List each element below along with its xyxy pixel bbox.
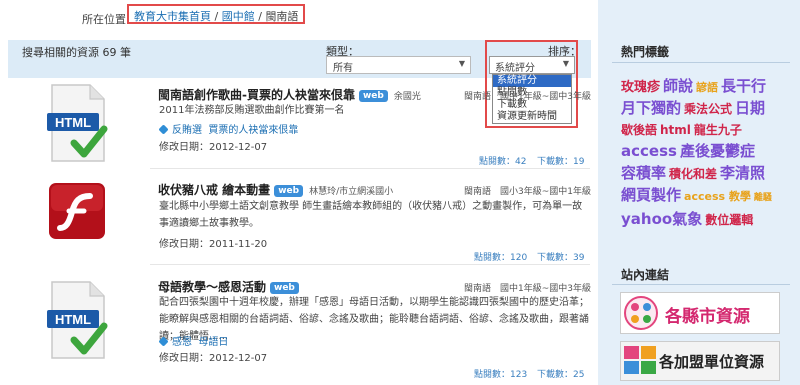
- svg-text:HTML: HTML: [55, 312, 91, 327]
- tag-icon: [158, 336, 169, 347]
- web-badge: web: [274, 185, 304, 197]
- hot-tag-link[interactable]: 月下獨酌: [621, 99, 681, 117]
- result-title-text[interactable]: 收伏豬八戒 繪本動畫: [158, 183, 270, 197]
- result-count: 搜尋相關的資源 69 筆: [22, 46, 131, 59]
- result-meta: 閩南語 國小3年級~國中1年級: [464, 187, 591, 197]
- sidebar-divider: [612, 62, 790, 63]
- result-title-text[interactable]: 閩南語創作歌曲-買票的人袂當來佷靠: [158, 88, 355, 102]
- svg-text:HTML: HTML: [55, 115, 91, 130]
- tag-link[interactable]: 感恩: [172, 337, 192, 348]
- hot-tag-link[interactable]: 諺語: [696, 81, 718, 94]
- member-units-banner[interactable]: 各加盟單位資源: [620, 341, 780, 381]
- breadcrumb-separator: /: [258, 10, 262, 23]
- tag-link[interactable]: 買票的人袂當來佷靠: [208, 125, 298, 136]
- hot-tag-link[interactable]: 積化和差: [669, 167, 717, 181]
- chevron-down-icon: ▼: [458, 59, 465, 68]
- result-title-3[interactable]: 母語教學～感恩活動 web: [158, 278, 299, 295]
- html-file-icon[interactable]: HTML: [44, 280, 110, 365]
- result-modified-date: 修改日期：2012-12-07: [159, 142, 268, 153]
- chevron-down-icon: ▼: [562, 59, 569, 68]
- hot-tag-link[interactable]: access 教學: [684, 190, 751, 203]
- result-meta: 閩南語 國中1年級~國中3年級: [464, 92, 591, 102]
- hot-tag-link[interactable]: 日期: [735, 99, 765, 117]
- breadcrumb-label: 所在位置: [82, 13, 126, 26]
- site-links-title: 站內連結: [621, 268, 670, 282]
- type-filter-value: 所有: [333, 63, 353, 74]
- result-title-1[interactable]: 閩南語創作歌曲-買票的人袂當來佷靠 web 余國光: [158, 86, 421, 103]
- result-author: 林慧玲/市立網溪國小: [309, 187, 394, 197]
- result-tags: 反賄選 買票的人袂當來佷靠: [158, 121, 298, 136]
- result-views: 點閱數：123: [474, 370, 528, 380]
- tag-link[interactable]: 母語日: [198, 337, 228, 348]
- flash-file-icon[interactable]: [47, 181, 109, 246]
- tag-link[interactable]: 反賄選: [172, 125, 202, 136]
- result-author: 余國光: [393, 92, 421, 102]
- hot-tag-link[interactable]: 乘法公式: [684, 102, 732, 116]
- breadcrumb-current: 閩南語: [265, 10, 299, 23]
- hot-tag-link[interactable]: 歇後語: [621, 123, 657, 137]
- html-file-icon[interactable]: HTML: [44, 83, 110, 168]
- tag-icon: [158, 124, 169, 135]
- breadcrumb-separator: /: [214, 10, 219, 23]
- result-modified-date: 修改日期：2012-12-07: [159, 353, 268, 364]
- hot-tag-link[interactable]: 產後憂鬱症: [680, 142, 755, 160]
- result-title-2[interactable]: 收伏豬八戒 繪本動畫 web 林慧玲/市立網溪國小: [158, 181, 393, 198]
- sidebar-divider: [612, 284, 790, 285]
- hot-tag-link[interactable]: yahoo氣象: [621, 210, 702, 228]
- breadcrumb-home-link[interactable]: 教育大市集首頁: [134, 10, 211, 23]
- sort-select[interactable]: 系統評分 ▼: [489, 56, 575, 74]
- sort-select-value: 系統評分: [495, 63, 535, 74]
- banner-label: 各縣市資源: [665, 307, 750, 327]
- result-meta: 閩南語 國中1年級~國中3年級: [464, 284, 591, 294]
- result-downloads: 下載數：39: [537, 253, 585, 263]
- result-tags: 感恩 母語日: [158, 333, 228, 348]
- type-filter-select[interactable]: 所有 ▼: [326, 56, 471, 74]
- result-downloads: 下載數：19: [537, 157, 585, 167]
- result-description: 臺北縣中小學鄉土語文創意教學 師生畫話繪本教師組的（收伏豬八戒）之動畫製作，可為…: [159, 201, 583, 229]
- hot-tag-link[interactable]: html: [660, 123, 691, 137]
- result-downloads: 下載數：25: [537, 370, 585, 380]
- hot-tags-title: 熱門標籤: [621, 45, 670, 59]
- result-description: 2011年法務部反賄選歌曲創作比賽第一名: [159, 105, 345, 116]
- result-title-text[interactable]: 母語教學～感恩活動: [158, 280, 266, 294]
- hot-tag-link[interactable]: 容積率: [621, 164, 666, 182]
- breadcrumb-junior-high-link[interactable]: 國中館: [222, 10, 255, 23]
- web-badge: web: [358, 90, 388, 102]
- sort-option-rating[interactable]: 系統評分: [493, 75, 571, 87]
- hot-tag-link[interactable]: 李清照: [720, 164, 765, 182]
- hot-tag-link[interactable]: 數位邏輯: [705, 213, 753, 227]
- result-divider: [150, 264, 590, 265]
- result-views: 點閱數：120: [474, 253, 528, 263]
- hot-tag-link[interactable]: 長干行: [721, 77, 766, 95]
- hot-tag-link[interactable]: 玫瑰疹: [621, 80, 660, 95]
- tag-cloud: 玫瑰疹 師說 諺語 長干行月下獨酌 乘法公式 日期歇後語 html 龍生九子 access 產後憂…: [621, 76, 793, 231]
- web-badge: web: [270, 282, 299, 294]
- hot-tag-link[interactable]: access: [621, 142, 677, 160]
- breadcrumb: 教育大市集首頁 / 國中館 / 閩南語: [127, 4, 306, 24]
- banner-label: 各加盟單位資源: [659, 353, 765, 371]
- hot-tag-link[interactable]: 網頁製作: [621, 186, 681, 204]
- result-modified-date: 修改日期：2011-11-20: [159, 239, 268, 250]
- hot-tag-link[interactable]: 龍生九子: [694, 123, 742, 137]
- hot-tag-link[interactable]: 師說: [663, 77, 693, 95]
- result-views: 點閱數：42: [479, 157, 527, 167]
- result-divider: [150, 168, 590, 169]
- county-resources-banner[interactable]: 各縣市資源: [620, 292, 780, 334]
- hot-tag-link[interactable]: 離騷: [754, 193, 772, 203]
